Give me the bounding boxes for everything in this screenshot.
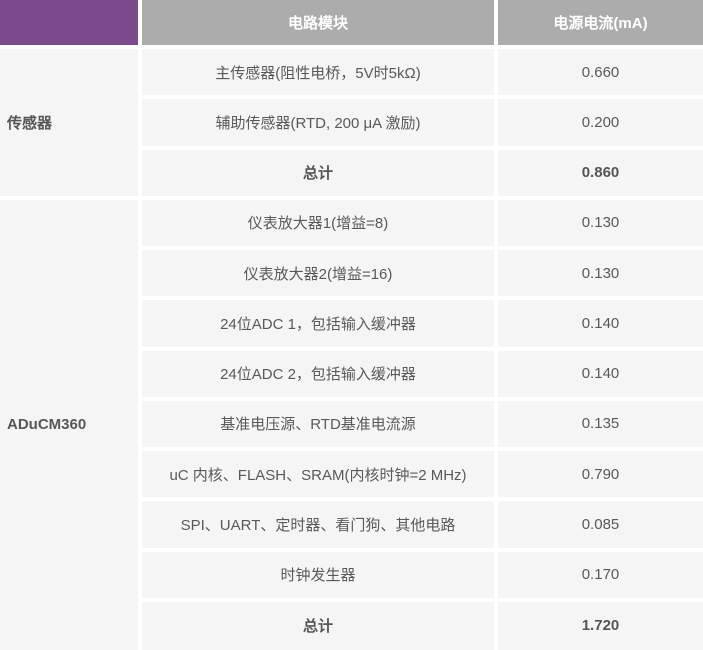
module-cell: 仪表放大器1(增益=8) — [138, 195, 498, 251]
header-cell-corner — [0, 0, 142, 49]
current-cell: 0.085 — [494, 497, 703, 552]
module-cell: SPI、UART、定时器、看门狗、其他电路 — [138, 497, 498, 552]
module-cell: uC 内核、FLASH、SRAM(内核时钟=2 MHz) — [138, 446, 498, 502]
module-cell: 时钟发生器 — [138, 547, 498, 602]
group-label-cell: ADuCM360 — [0, 195, 142, 650]
group-label-cell: 传感器 — [0, 45, 142, 200]
module-cell: 总计 — [138, 597, 498, 650]
module-cell: 辅助传感器(RTD, 200 μA 激励) — [138, 95, 498, 150]
module-cell: 仪表放大器2(增益=16) — [138, 245, 498, 301]
current-cell: 0.200 — [494, 95, 703, 150]
header-row: 电路模块 电源电流(mA) — [0, 0, 703, 49]
current-cell: 0.130 — [494, 195, 703, 251]
current-cell: 1.720 — [494, 597, 703, 650]
table-body: 传感器 主传感器(阻性电桥，5V时5kΩ) 0.660 辅助传感器(RTD, 200 … — [0, 44, 703, 650]
table-row: 传感器 主传感器(阻性电桥，5V时5kΩ) 0.660 — [0, 44, 703, 200]
header-cell-module: 电路模块 — [138, 0, 498, 49]
current-cell: 0.135 — [494, 396, 703, 452]
current-cell: 0.140 — [494, 346, 703, 401]
table-row: ADuCM360 仪表放大器1(增益=8) 0.130 — [0, 195, 703, 650]
table-header: 电路模块 电源电流(mA) — [0, 0, 703, 49]
module-cell: 总计 — [138, 145, 498, 200]
current-cell: 0.860 — [494, 145, 703, 200]
current-cell: 0.130 — [494, 245, 703, 301]
current-cell: 0.140 — [494, 296, 703, 351]
header-cell-current: 电源电流(mA) — [494, 0, 703, 49]
current-cell: 0.660 — [494, 44, 703, 100]
module-cell: 主传感器(阻性电桥，5V时5kΩ) — [138, 44, 498, 100]
module-cell: 24位ADC 1，包括输入缓冲器 — [138, 296, 498, 351]
current-cell: 0.790 — [494, 446, 703, 502]
current-cell: 0.170 — [494, 547, 703, 602]
module-cell: 基准电压源、RTD基准电流源 — [138, 396, 498, 452]
power-consumption-table: 电路模块 电源电流(mA) 传感器 主传感器(阻性电桥，5V时5kΩ) 0.660 辅… — [0, 0, 703, 650]
module-cell: 24位ADC 2，包括输入缓冲器 — [138, 346, 498, 401]
